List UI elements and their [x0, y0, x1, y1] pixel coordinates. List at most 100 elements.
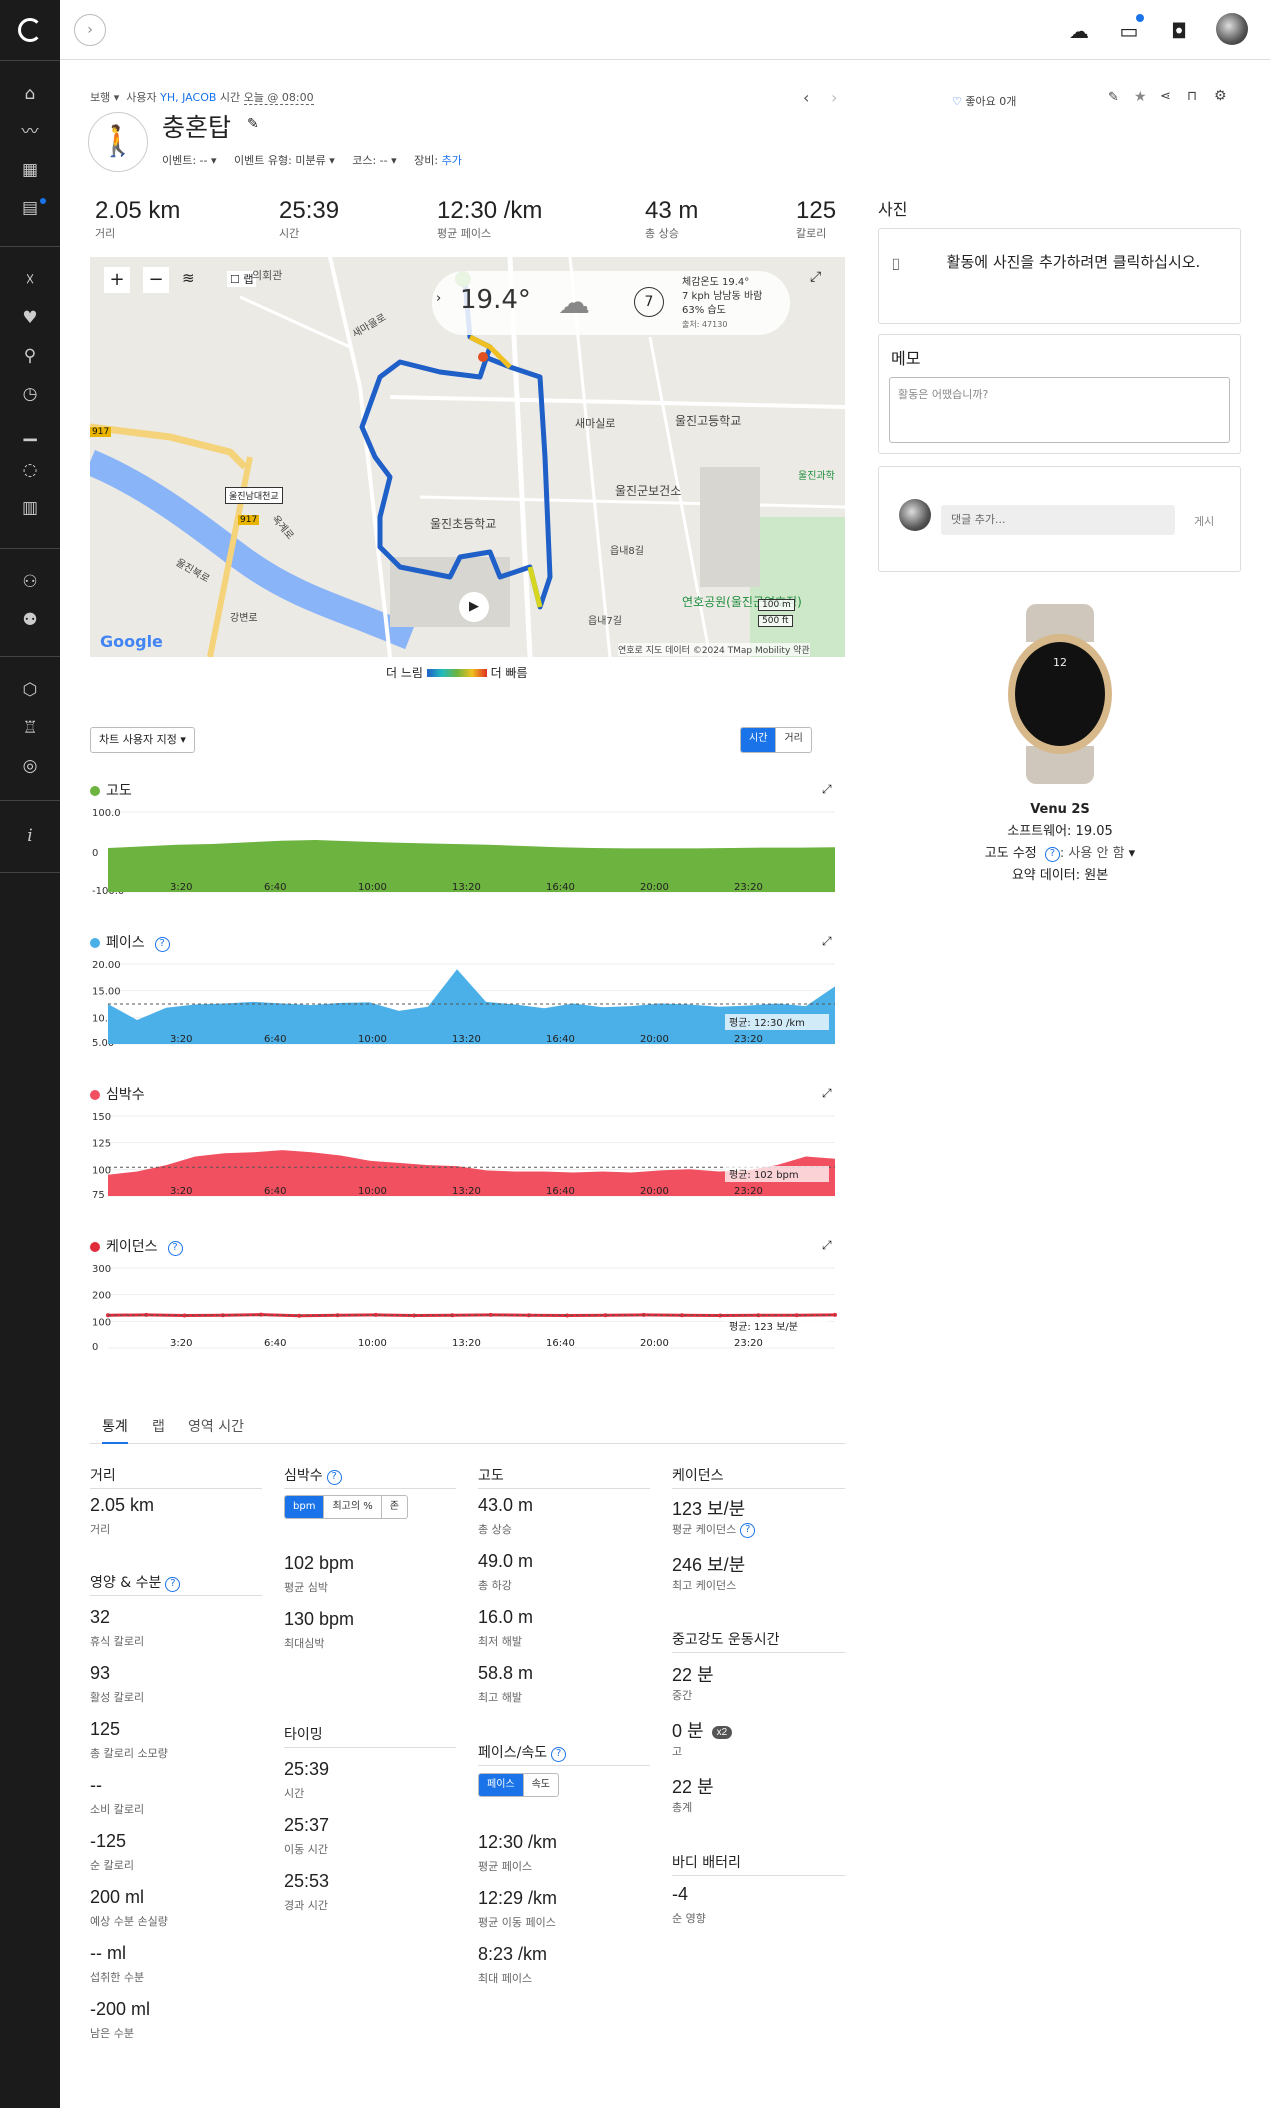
- stat-value: -- ml: [90, 1943, 126, 1963]
- stat-value: --: [90, 1775, 102, 1795]
- sidebar-toggle-chevron-right-icon[interactable]: ›: [74, 14, 106, 46]
- y-tick-label: 15.00: [92, 987, 121, 998]
- stat-value: -200 ml: [90, 1999, 151, 2019]
- privacy-lock-icon[interactable]: ⊓: [1187, 89, 1197, 104]
- share-icon[interactable]: ⋖: [1160, 89, 1171, 104]
- edit-pencil-icon[interactable]: ✎: [247, 116, 259, 132]
- garmin-logo-icon[interactable]: [18, 18, 42, 42]
- edit-pencil-icon[interactable]: ✎: [1108, 90, 1119, 105]
- help-icon[interactable]: ?: [1044, 847, 1060, 862]
- toggle-distance[interactable]: 거리: [776, 728, 810, 752]
- info-icon[interactable]: i: [0, 822, 60, 850]
- help-icon[interactable]: ?: [165, 1577, 181, 1592]
- zoom-out-button[interactable]: −: [143, 267, 169, 293]
- memo-textarea[interactable]: 활동은 어땠습니까?: [889, 377, 1230, 443]
- home-icon[interactable]: ⌂: [0, 80, 60, 108]
- stat-value: 49.0 m: [478, 1551, 534, 1571]
- newsfeed-icon[interactable]: ▤: [0, 194, 60, 222]
- next-activity-chevron-right-icon[interactable]: ›: [831, 88, 837, 107]
- toggle-max-percent[interactable]: 최고의 %: [324, 1496, 382, 1518]
- chart-3[interactable]: 300 200 100 0 3:20 6:40 10:00 13:20 16:40 20:00 23…: [90, 1260, 845, 1368]
- weather-widget[interactable]: › 19.4° ☁ 7 체감온도 19.4° 7 kph 남남동 바람 63% …: [432, 271, 790, 335]
- reports-icon[interactable]: ▥: [0, 494, 60, 522]
- user-name-link[interactable]: YH, JACOB: [160, 91, 216, 104]
- watch-icon[interactable]: ◘: [1166, 18, 1192, 44]
- badges-icon[interactable]: ⬡: [0, 676, 60, 704]
- map-attribution[interactable]: 연호로 지도 데이터 ©2024 TMap Mobility 약관: [618, 643, 810, 656]
- tab-stats[interactable]: 통계: [102, 1416, 128, 1444]
- training-icon[interactable]: ⚲: [0, 342, 60, 370]
- stat-value: 22 분: [672, 1777, 714, 1797]
- event-select[interactable]: 이벤트: --: [162, 154, 208, 167]
- tab-laps[interactable]: 랩: [152, 1416, 165, 1436]
- x-tick-label: 20:00: [640, 882, 669, 893]
- section-pace-speed: 페이스/속도?: [478, 1742, 650, 1766]
- toggle-time[interactable]: 시간: [741, 728, 777, 752]
- camera-icon: ⌷: [891, 255, 901, 274]
- y-tick-label: 300: [92, 1264, 111, 1275]
- stat-value: 102 bpm: [284, 1553, 355, 1573]
- expand-chart-icon[interactable]: ⤢: [822, 934, 832, 949]
- gear-shoe-icon[interactable]: ▁: [0, 418, 60, 446]
- road-badge: 917: [90, 427, 112, 437]
- course-select[interactable]: 코스: --: [352, 154, 387, 167]
- watch-time: 12: [1053, 656, 1067, 669]
- chart-0[interactable]: 100.00-100.03:206:4010:0013:2016:4020:00…: [90, 804, 845, 912]
- connections-icon[interactable]: ⚇: [0, 568, 60, 596]
- stopwatch-icon[interactable]: ◷: [0, 380, 60, 408]
- fullscreen-icon[interactable]: ⤢: [810, 269, 821, 285]
- toggle-bpm[interactable]: bpm: [285, 1496, 325, 1518]
- settings-gear-icon[interactable]: ⚙: [1214, 88, 1227, 104]
- layers-icon[interactable]: ≋: [182, 269, 195, 287]
- expand-chart-icon[interactable]: ⤢: [822, 1238, 832, 1253]
- previous-activity-chevron-left-icon[interactable]: ‹: [803, 88, 809, 107]
- groups-icon[interactable]: ⚉: [0, 606, 60, 634]
- trophy-icon[interactable]: ♖: [0, 714, 60, 742]
- calendar-icon[interactable]: ▦: [0, 156, 60, 184]
- activities-icon[interactable]: ☓: [0, 266, 60, 294]
- time-value[interactable]: 오늘 @ 08:00: [243, 91, 314, 105]
- zoom-in-button[interactable]: +: [104, 267, 130, 293]
- play-button-icon[interactable]: ▶: [459, 592, 489, 622]
- chart-2[interactable]: 15012510075 3:20 6:40 10:00 13:20 16:40 20:00 2…: [90, 1108, 845, 1216]
- upload-cloud-icon[interactable]: ☁: [1066, 18, 1092, 44]
- comment-post-button[interactable]: 게시: [1194, 513, 1214, 529]
- equipment-add-link[interactable]: 추가: [442, 154, 462, 167]
- activity-type[interactable]: 보행: [90, 91, 110, 104]
- expand-chart-icon[interactable]: ⤢: [822, 1086, 832, 1101]
- software-version: 소프트웨어: 19.05: [1007, 824, 1113, 839]
- help-icon[interactable]: ?: [740, 1523, 756, 1538]
- toggle-speed[interactable]: 속도: [524, 1774, 558, 1796]
- route-map[interactable]: + − ≋ ☐ 랩 › 19.4° ☁ 7 체감온도 19.4° 7 kph 남…: [90, 257, 845, 657]
- photos-panel[interactable]: ⌷ 활동에 사진을 추가하려면 클릭하십시오.: [878, 228, 1241, 324]
- elev-corr-value[interactable]: : 사용 안 함: [1060, 846, 1125, 861]
- stat-label: 최저 해발: [478, 1635, 522, 1648]
- help-icon[interactable]: ?: [154, 937, 170, 952]
- help-icon[interactable]: ?: [551, 1747, 567, 1762]
- section-distance: 거리: [90, 1465, 262, 1489]
- photos-prompt[interactable]: 활동에 사진을 추가하려면 클릭하십시오.: [921, 251, 1226, 273]
- expand-chart-icon[interactable]: ⤢: [822, 782, 832, 797]
- health-heart-icon[interactable]: ♥: [0, 304, 60, 332]
- help-icon[interactable]: ?: [326, 1470, 342, 1485]
- humidity: 63% 습도: [682, 305, 726, 316]
- tab-zone-time[interactable]: 영역 시간: [188, 1416, 244, 1436]
- insights-bulb-icon[interactable]: ◌: [0, 456, 60, 484]
- customize-charts-button[interactable]: 차트 사용자 지정 ▾: [90, 727, 195, 753]
- section-cadence: 케이던스: [672, 1465, 845, 1489]
- toggle-zone[interactable]: 존: [382, 1496, 407, 1518]
- legend-fast: 더 빠름: [490, 666, 528, 680]
- toggle-pace[interactable]: 페이스: [479, 1774, 524, 1796]
- target-icon[interactable]: ◎: [0, 752, 60, 780]
- comment-input[interactable]: 댓글 추가...: [941, 505, 1175, 535]
- x-tick-label: 3:20: [170, 1186, 192, 1197]
- activity-title[interactable]: 충혼탑: [162, 108, 231, 144]
- help-icon[interactable]: ?: [167, 1241, 183, 1256]
- activity-stats-icon[interactable]: 〰: [0, 118, 60, 146]
- event-type-select[interactable]: 이벤트 유형: 미분류: [234, 154, 326, 167]
- chart-1[interactable]: 5.0010.0015.0020.003:20 6:40 10:00 13:20 16:…: [90, 956, 845, 1064]
- favorite-star-icon[interactable]: ★: [1134, 89, 1147, 105]
- user-avatar[interactable]: [1216, 13, 1248, 45]
- like-button[interactable]: ♡ 좋아요 0개: [952, 93, 1016, 109]
- stat-value: 125: [90, 1719, 121, 1739]
